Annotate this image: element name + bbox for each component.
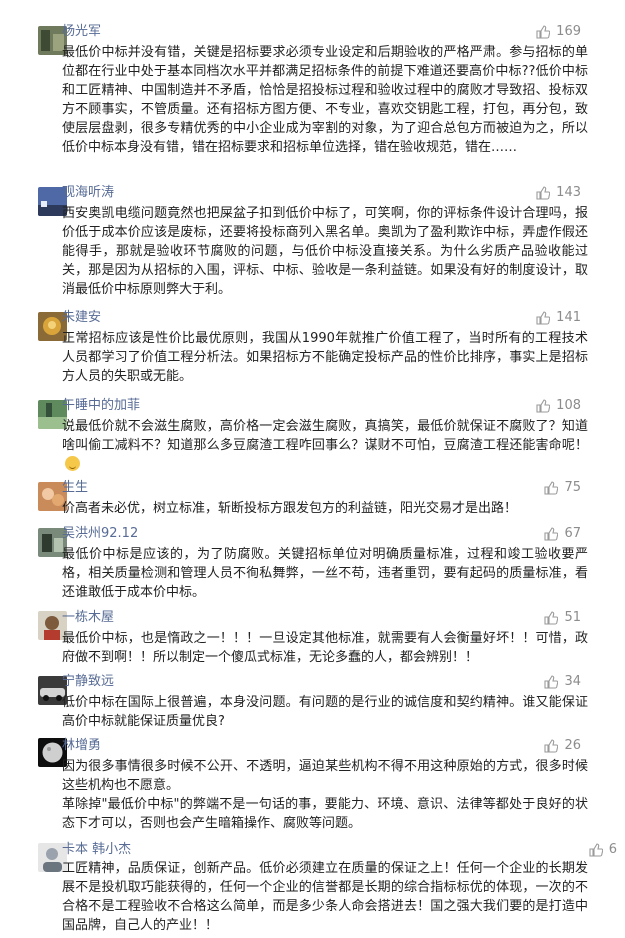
like-count: 108	[556, 398, 581, 413]
username[interactable]: 卡本 韩小杰	[62, 841, 131, 859]
comment-paragraph: 革除掉"最低价中标"的弊端不是一句话的事，要能力、环境、意识、法律等都处于良好的…	[62, 797, 588, 831]
like-button[interactable]: 108	[536, 397, 581, 415]
like-button[interactable]: 67	[544, 525, 581, 543]
comment-text: 低价中标在国际上很普遍，本身没问题。有问题的是行业的诚信度和契约精神。谁又能保证…	[62, 695, 588, 729]
username[interactable]: 朱建安	[62, 309, 101, 327]
thumbs-up-icon	[536, 25, 551, 39]
like-count: 34	[564, 674, 581, 689]
like-button[interactable]: 6	[589, 841, 617, 859]
thumbs-up-icon	[544, 739, 559, 753]
thumbs-up-icon	[536, 311, 551, 325]
username[interactable]: 一栋木屋	[62, 609, 114, 627]
like-count: 143	[556, 185, 581, 200]
like-count: 141	[556, 310, 581, 325]
like-button[interactable]: 75	[544, 479, 581, 497]
thumbs-up-icon	[544, 611, 559, 625]
username[interactable]: 午睡中的加菲	[62, 397, 140, 415]
comment-text: 工匠精神，品质保证，创新产品。低价必须建立在质量的保证之上！任何一个企业的长期发…	[62, 861, 588, 933]
like-button[interactable]: 143	[536, 184, 581, 202]
username[interactable]: 杨光军	[62, 23, 101, 41]
like-count: 67	[564, 526, 581, 541]
like-count: 6	[608, 842, 617, 857]
like-count: 51	[564, 610, 581, 625]
comment-text: 说最低价就不会滋生腐败，高价格一定会滋生腐败，真搞笑，最低价就保证不腐败了？知道…	[62, 417, 588, 474]
username[interactable]: 观海听涛	[62, 184, 114, 202]
thumbs-up-icon	[536, 399, 551, 413]
comment-text: 正常招标应该是性价比最优原则，我国从1990年就推广价值工程了，当时所有的工程技…	[62, 331, 588, 384]
like-button[interactable]: 51	[544, 609, 581, 627]
thumbs-up-icon	[544, 675, 559, 689]
username[interactable]: 宁静致远	[62, 673, 114, 691]
thumbs-up-icon	[544, 481, 559, 495]
comment-feed: 杨光军 169 最低价中标并没有错，关键是招标要求必须专业设定和后期验收的严格严…	[0, 0, 625, 938]
thumbs-up-icon	[544, 527, 559, 541]
username[interactable]: 生生	[62, 479, 88, 497]
thumbs-up-icon	[589, 843, 603, 857]
like-count: 75	[564, 480, 581, 495]
username[interactable]: 林增勇	[62, 737, 101, 755]
comment-text: 西安奥凯电缆问题竟然也把屎盆子扣到低价中标了，可笑啊，你的评标条件设计合理吗，报…	[62, 206, 588, 297]
like-button[interactable]: 26	[544, 737, 581, 755]
like-count: 26	[564, 738, 581, 753]
comment-paragraph: 因为很多事情很多时候不公开、不透明，逼迫某些机构不得不用这种原始的方式，很多时候…	[62, 759, 588, 793]
like-button[interactable]: 169	[536, 23, 581, 41]
comment-text-content: 说最低价就不会滋生腐败，高价格一定会滋生腐败，真搞笑，最低价就保证不腐败了？知道…	[62, 419, 588, 453]
comment-text: 最低价中标，也是惰政之一！！！一旦设定其他标准，就需要有人会衡量好坏！！可惜，政…	[62, 631, 588, 665]
comment-text: 价高者未必优，树立标准，斩断投标方跟发包方的利益链，阳光交易才是出路！	[62, 501, 518, 516]
like-button[interactable]: 141	[536, 309, 581, 327]
comment-text: 最低价中标是应该的，为了防腐败。关键招标单位对明确质量标准，过程和竣工验收要严格…	[62, 547, 588, 600]
username[interactable]: 吴洪州92.12	[62, 525, 138, 543]
like-button[interactable]: 34	[544, 673, 581, 691]
thumbs-up-icon	[536, 186, 551, 200]
smile-emoji-icon	[65, 456, 80, 471]
comment-text: 因为很多事情很多时候不公开、不透明，逼迫某些机构不得不用这种原始的方式，很多时候…	[62, 757, 588, 833]
like-count: 169	[556, 24, 581, 39]
comment-text: 最低价中标并没有错，关键是招标要求必须专业设定和后期验收的严格严肃。参与招标的单…	[62, 45, 588, 155]
